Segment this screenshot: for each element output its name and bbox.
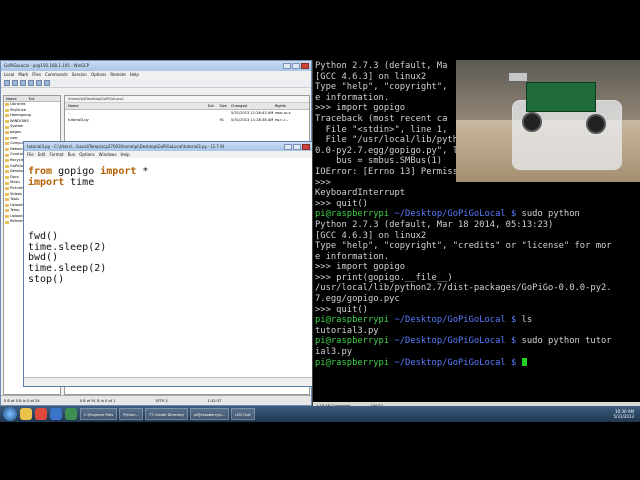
maximize-icon[interactable]: [292, 63, 300, 69]
taskbar-item[interactable]: LED Quit: [231, 408, 255, 420]
col-ext[interactable]: Ext: [29, 96, 35, 101]
robot-board: [526, 82, 596, 112]
menu-local[interactable]: Local: [4, 71, 14, 79]
prompt-line: pi@raspberrypi ~/Desktop/GoPiGoLocal $: [315, 357, 639, 369]
protocol-status: SFTP-3: [155, 399, 168, 403]
file-name: ..: [68, 111, 71, 115]
col-name[interactable]: Name: [6, 96, 17, 101]
start-button[interactable]: [3, 407, 17, 421]
file-name: tutorial3.py: [68, 118, 89, 122]
local-status: 0 B of 0 B in 0 of 25: [4, 399, 40, 403]
file-size: 91: [219, 118, 225, 122]
queue-icon[interactable]: [12, 80, 18, 86]
new-session-icon[interactable]: [44, 80, 50, 86]
winscp-icon[interactable]: [65, 408, 77, 420]
clock-date: 5/31/2013: [613, 414, 634, 419]
code-line: stop(): [28, 273, 65, 285]
wheel-icon: [586, 114, 606, 134]
taskbar: C:\Program Files Python... TT Create Dir…: [0, 406, 640, 422]
taskbar-item[interactable]: Python...: [119, 408, 144, 420]
menu-help[interactable]: Help: [130, 71, 139, 79]
col-rights[interactable]: Rights: [275, 103, 309, 109]
menu-session[interactable]: Session: [72, 71, 87, 79]
editor-title: tutorial3.py - C:\Users\...\Local\Temp\s…: [27, 144, 225, 149]
editor-window: tutorial3.py - C:\Users\...\Local\Temp\s…: [23, 141, 313, 387]
minimize-icon[interactable]: [284, 144, 292, 150]
prompt-line: pi@raspberrypi ~/Desktop/GoPiGoLocal $ s…: [315, 336, 612, 347]
system-tray[interactable]: 10:30 AM 5/31/2013: [613, 409, 640, 419]
webcam-overlay: [456, 60, 640, 182]
maximize-icon[interactable]: [293, 144, 301, 150]
menu-help[interactable]: Help: [121, 151, 130, 158]
code-line: time.sleep(2): [28, 263, 107, 275]
wheel-icon: [522, 112, 542, 132]
col-size[interactable]: Size: [219, 103, 230, 109]
table-row[interactable]: .. 5/31/2013 11:26:43 AM rwxr-xr-x: [65, 110, 309, 117]
menu-file[interactable]: File: [27, 151, 34, 158]
menu-commands[interactable]: Commands: [45, 71, 68, 79]
explorer-icon[interactable]: [20, 408, 32, 420]
session-time: 1:52:37: [207, 399, 222, 403]
menu-remote[interactable]: Remote: [110, 71, 125, 79]
prompt-line: pi@raspberrypi ~/Desktop/GoPiGoLocal $ s…: [315, 209, 580, 220]
transfer-icon[interactable]: [20, 80, 26, 86]
code-line: time.sleep(2): [28, 241, 107, 253]
winscp-title: GoPiGoLocal - pi@192.168.1.105 - WinSCP: [4, 63, 90, 68]
table-row[interactable]: tutorial3.py 91 5/31/2013 11:28:38 AM rw…: [65, 117, 309, 124]
ie-icon[interactable]: [50, 408, 62, 420]
file-size: [219, 110, 230, 117]
menu-mark[interactable]: Mark: [18, 71, 28, 79]
menu-windows[interactable]: Windows: [99, 151, 117, 158]
sync-icon[interactable]: [4, 80, 10, 86]
settings-icon[interactable]: [28, 80, 34, 86]
taskbar-item[interactable]: pi@raspberrypi...: [190, 408, 230, 420]
desktop: GoPiGoLocal - pi@192.168.1.105 - WinSCP …: [0, 60, 640, 422]
menu-edit[interactable]: Edit: [38, 151, 46, 158]
remote-panel-header: Name Ext Size Changed Rights: [65, 103, 309, 110]
menu-format[interactable]: Format: [49, 151, 63, 158]
menu-run[interactable]: Run: [68, 151, 76, 158]
menu-files[interactable]: Files: [32, 71, 41, 79]
close-icon[interactable]: [301, 63, 309, 69]
file-rights: rw-r--r--: [274, 118, 289, 122]
file-changed: 5/31/2013 11:28:38 AM: [230, 118, 274, 122]
col-ext[interactable]: Ext: [208, 103, 219, 109]
chrome-icon[interactable]: [35, 408, 47, 420]
editor-statusbar: [24, 377, 312, 386]
remote-path[interactable]: /home/pi/Desktop/GoPiGoLocal: [65, 96, 309, 103]
prompt-line: pi@raspberrypi ~/Desktop/GoPiGoLocal $ l…: [315, 315, 533, 326]
cursor-icon: [521, 357, 527, 366]
winscp-window: GoPiGoLocal - pi@192.168.1.105 - WinSCP …: [0, 60, 313, 406]
col-name[interactable]: Name: [65, 103, 208, 109]
menu-options[interactable]: Options: [91, 71, 106, 79]
editor-titlebar[interactable]: tutorial3.py - C:\Users\...\Local\Temp\s…: [24, 142, 312, 151]
file-changed: 5/31/2013 11:26:43 AM: [230, 111, 274, 115]
taskbar-item[interactable]: C:\Program Files: [80, 408, 118, 420]
ultrasonic-sensor-icon: [508, 72, 528, 82]
refresh-icon[interactable]: [36, 80, 42, 86]
remote-status: 0 B of 91 B in 0 of 1: [79, 399, 116, 403]
col-changed[interactable]: Changed: [231, 103, 275, 109]
winscp-toolbar: [1, 79, 311, 88]
editor-menubar: File Edit Format Run Options Windows Hel…: [24, 151, 312, 158]
minimize-icon[interactable]: [283, 63, 291, 69]
close-icon[interactable]: [302, 144, 310, 150]
winscp-titlebar[interactable]: GoPiGoLocal - pi@192.168.1.105 - WinSCP: [1, 61, 311, 71]
menu-options[interactable]: Options: [79, 151, 94, 158]
code-editor[interactable]: from gopigo import * import time fwd() t…: [26, 166, 310, 375]
file-rights: rwxr-xr-x: [274, 111, 291, 115]
code-line: fwd(): [28, 230, 59, 242]
taskbar-item[interactable]: TT Create Directory: [145, 408, 189, 420]
code-line: import time: [28, 176, 95, 188]
winscp-statusbar: 0 B of 0 B in 0 of 25 0 B of 91 B in 0 o…: [1, 395, 311, 405]
winscp-menubar: Local Mark Files Commands Session Option…: [1, 71, 311, 79]
